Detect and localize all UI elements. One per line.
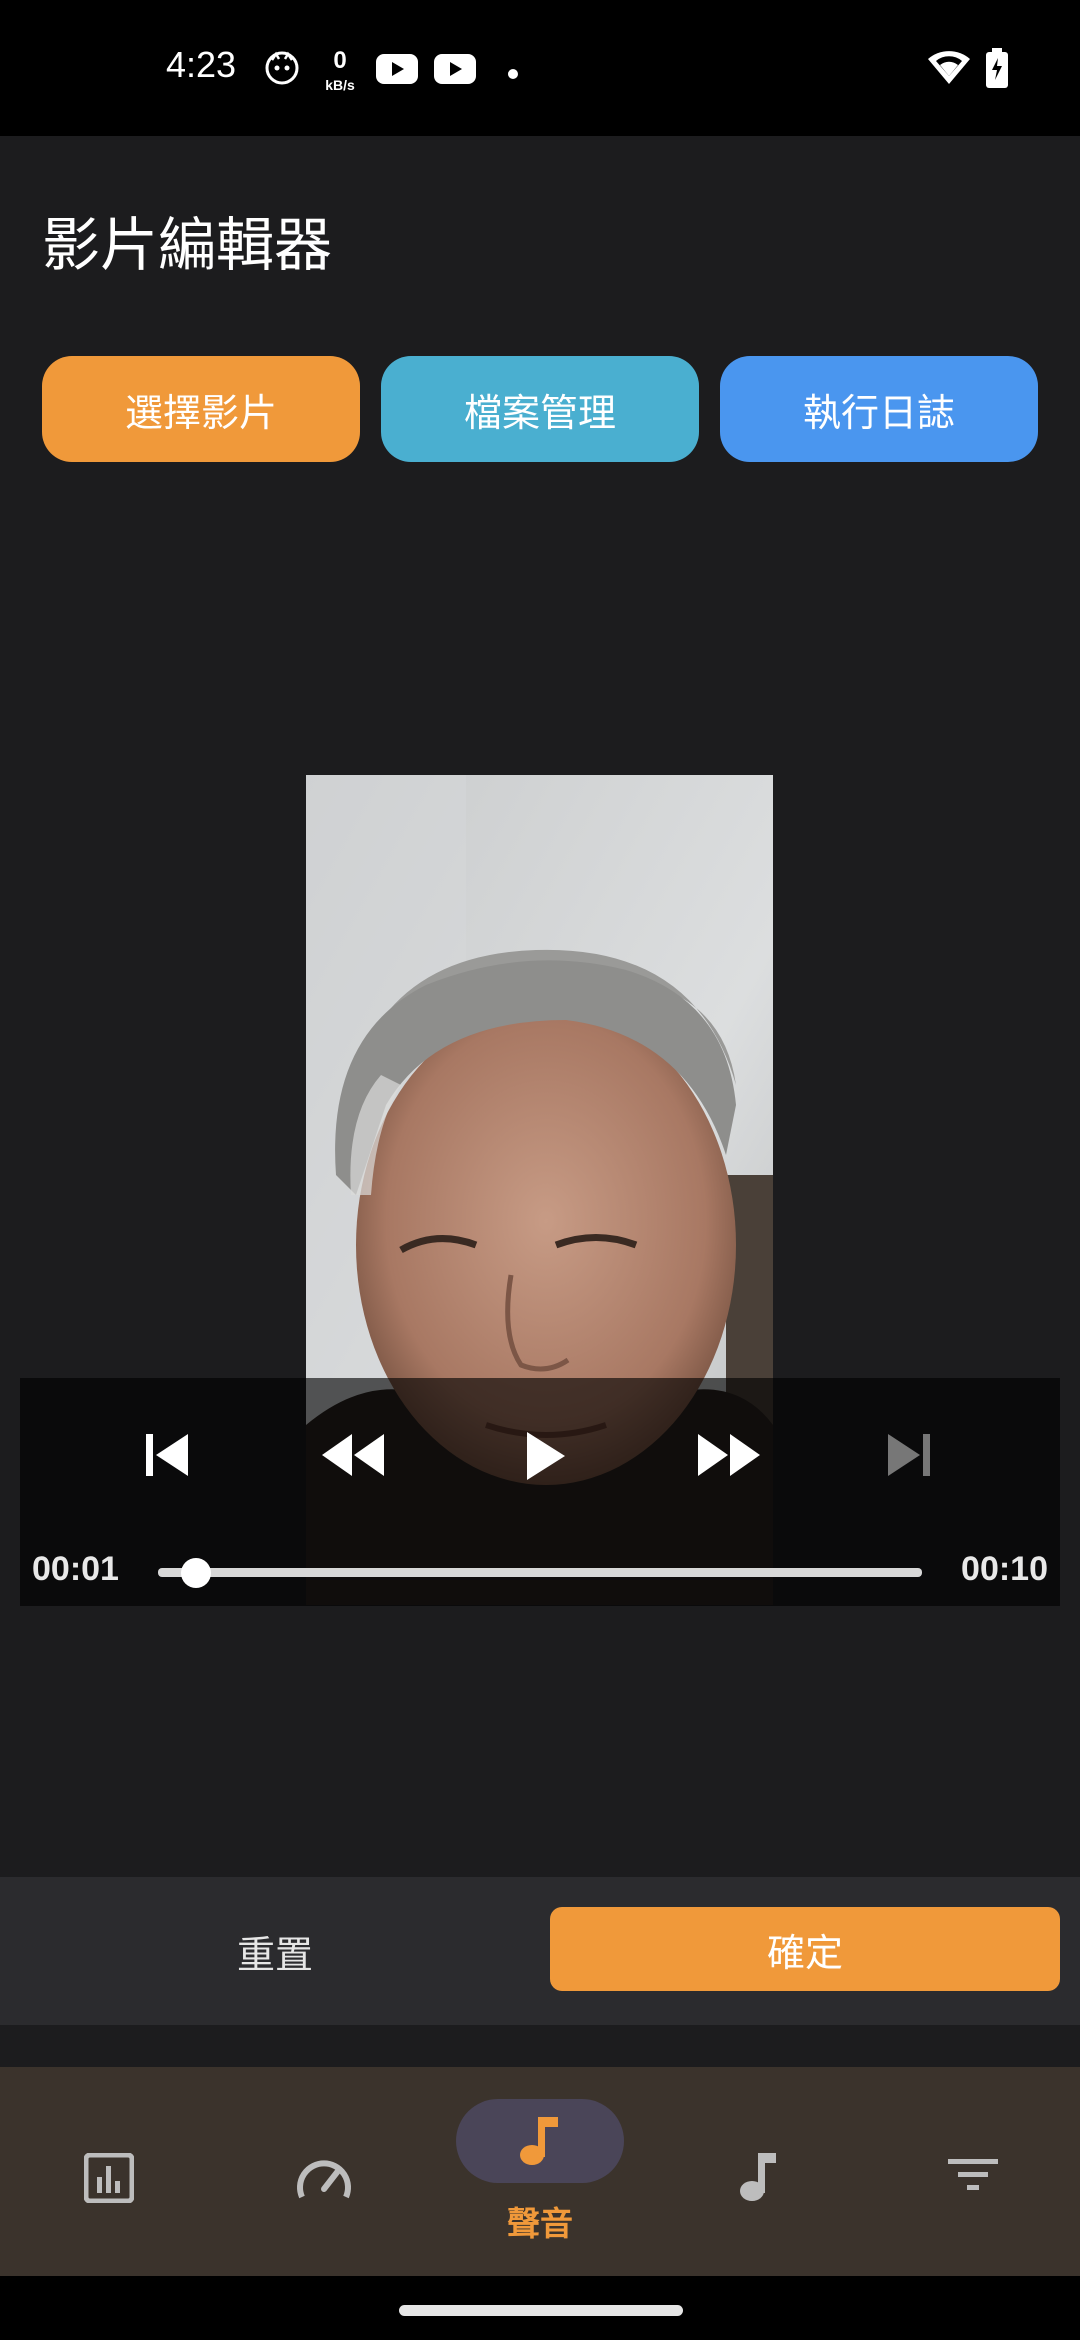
filter-icon: [948, 2157, 998, 2197]
play-icon[interactable]: [525, 1430, 567, 1486]
total-time: 00:10: [961, 1550, 1048, 1588]
cat-icon: [264, 50, 300, 90]
skip-next-icon[interactable]: [886, 1430, 932, 1484]
nav-item-filter[interactable]: [864, 2067, 1080, 2276]
nav-item-speed[interactable]: [216, 2067, 432, 2276]
file-manager-button[interactable]: 檔案管理: [381, 356, 699, 462]
seek-bar-thumb[interactable]: [181, 1558, 212, 1588]
active-nav-indicator: [456, 2099, 624, 2183]
nav-label-sound: 聲音: [507, 2204, 573, 2243]
confirm-button[interactable]: 確定: [550, 1907, 1060, 1991]
wifi-icon: [928, 50, 970, 88]
nav-item-equalizer[interactable]: [0, 2067, 216, 2276]
net-speed: 0 kB/s: [325, 47, 355, 94]
seek-bar-track[interactable]: [158, 1568, 922, 1577]
speed-icon: [296, 2157, 352, 2205]
run-log-button[interactable]: 執行日誌: [720, 356, 1038, 462]
reset-button[interactable]: 重置: [0, 1877, 550, 2025]
battery-charging-icon: [986, 48, 1008, 92]
skip-previous-icon[interactable]: [144, 1430, 190, 1484]
status-bar: 4:23 0 kB/s: [0, 0, 1080, 136]
action-bar: 重置 確定: [0, 1877, 1080, 2025]
page-title: 影片編輯器: [42, 211, 333, 279]
music-note-icon: [738, 2151, 778, 2207]
status-time: 4:23: [166, 44, 237, 85]
rewind-icon[interactable]: [320, 1430, 386, 1484]
youtube-icon: [434, 54, 476, 88]
select-video-button[interactable]: 選擇影片: [42, 356, 360, 462]
current-time: 00:01: [32, 1550, 119, 1588]
bottom-navigation: 聲音: [0, 2067, 1080, 2276]
music-note-icon: [518, 2115, 562, 2171]
fast-forward-icon[interactable]: [696, 1430, 762, 1484]
dot-icon: [508, 64, 518, 83]
player-controls: 00:01 00:10: [20, 1378, 1060, 1606]
home-gesture-bar[interactable]: [399, 2305, 683, 2316]
nav-item-music[interactable]: [648, 2067, 864, 2276]
youtube-icon: [376, 54, 418, 88]
equalizer-icon: [83, 2152, 135, 2207]
